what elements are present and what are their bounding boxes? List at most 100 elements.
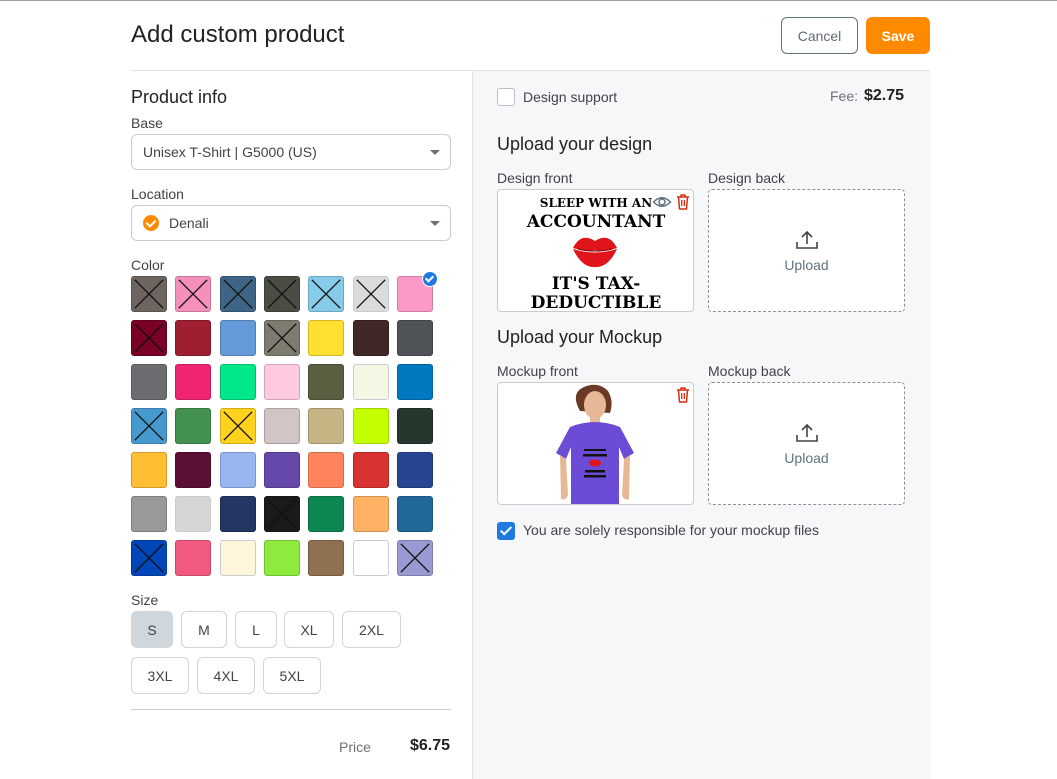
mockup-back-upload[interactable]: Upload (708, 382, 905, 505)
color-swatch[interactable] (219, 364, 256, 400)
color-swatch[interactable] (263, 364, 300, 400)
selected-check-icon (421, 271, 438, 287)
color-swatch[interactable] (131, 540, 167, 576)
color-swatch[interactable] (175, 276, 212, 312)
upload-icon (795, 230, 818, 249)
color-swatch[interactable] (396, 540, 433, 576)
design-back-upload[interactable]: Upload (708, 189, 905, 312)
unavailable-cross-icon (134, 411, 164, 441)
unavailable-cross-icon (222, 279, 253, 309)
color-swatch[interactable] (219, 452, 256, 488)
color-swatch[interactable] (352, 452, 389, 488)
color-swatch[interactable] (219, 496, 256, 532)
unavailable-cross-icon (267, 323, 297, 353)
unavailable-cross-icon (355, 279, 386, 309)
size-option-2xl[interactable]: 2XL (342, 611, 401, 648)
color-swatch[interactable] (219, 276, 256, 312)
fee-value: $2.75 (864, 87, 905, 104)
color-swatch[interactable] (352, 408, 389, 444)
color-swatch[interactable] (131, 496, 167, 532)
trash-icon[interactable] (673, 192, 693, 212)
color-swatch[interactable] (308, 408, 345, 444)
color-swatch[interactable] (352, 540, 389, 576)
color-swatch[interactable] (131, 320, 167, 356)
page-title: Add custom product (131, 21, 345, 48)
color-swatch[interactable] (219, 540, 256, 576)
size-option-4xl[interactable]: 4XL (197, 657, 255, 694)
design-front-label: Design front (497, 170, 573, 186)
color-swatch[interactable] (219, 408, 256, 444)
mockup-front-card (497, 382, 694, 505)
color-swatch[interactable] (308, 320, 345, 356)
artwork-line-3: IT'S TAX- (552, 274, 641, 294)
color-swatch[interactable] (131, 452, 167, 488)
color-swatch[interactable] (175, 408, 212, 444)
size-option-s[interactable]: S (131, 611, 173, 648)
color-swatch[interactable] (263, 408, 300, 444)
color-swatch[interactable] (308, 540, 345, 576)
color-swatch[interactable] (352, 276, 389, 312)
color-swatch[interactable] (263, 452, 300, 488)
responsibility-checkbox[interactable] (497, 522, 515, 540)
save-button[interactable]: Save (866, 17, 930, 54)
upload-icon (795, 423, 818, 442)
artwork-line-2: ACCOUNTANT (526, 212, 666, 232)
design-front-card: SLEEP WITH AN ACCOUNTANT IT'S TAX- DEDUC… (497, 189, 694, 312)
design-support-checkbox[interactable] (497, 88, 515, 106)
unavailable-cross-icon (134, 323, 164, 353)
lips-icon (573, 237, 617, 268)
top-border (0, 0, 1057, 1)
size-option-xl[interactable]: XL (284, 611, 334, 648)
price-value: $6.75 (410, 737, 451, 754)
color-swatch[interactable] (308, 276, 345, 312)
cancel-button[interactable]: Cancel (781, 17, 858, 54)
color-swatch[interactable] (131, 276, 167, 312)
color-swatch[interactable] (219, 320, 256, 356)
size-label: Size (131, 592, 159, 608)
color-swatch[interactable] (308, 496, 345, 532)
size-option-l[interactable]: L (235, 611, 277, 648)
unavailable-cross-icon (400, 543, 430, 573)
eye-icon[interactable] (652, 192, 672, 212)
color-swatch[interactable] (175, 540, 212, 576)
check-circle-icon (143, 215, 159, 231)
size-option-5xl[interactable]: 5XL (263, 657, 321, 694)
product-info-title: Product info (131, 87, 228, 107)
color-swatch[interactable] (175, 364, 212, 400)
color-swatch[interactable] (263, 276, 300, 312)
color-swatch[interactable] (396, 452, 433, 488)
color-swatch[interactable] (263, 540, 300, 576)
color-swatch[interactable] (396, 408, 433, 444)
unavailable-cross-icon (267, 499, 297, 529)
color-swatch[interactable] (131, 408, 167, 444)
color-label: Color (131, 257, 165, 273)
color-swatch[interactable] (352, 496, 389, 532)
color-swatch[interactable] (396, 320, 433, 356)
color-swatch[interactable] (308, 364, 345, 400)
unavailable-cross-icon (134, 279, 164, 309)
location-select-value: Denali (169, 215, 209, 231)
location-select[interactable]: Denali (131, 205, 451, 241)
color-swatch[interactable] (352, 320, 389, 356)
upload-label: Upload (784, 256, 829, 273)
color-swatch[interactable] (175, 320, 212, 356)
base-select-value: Unisex T-Shirt | G5000 (US) (143, 144, 317, 160)
size-option-3xl[interactable]: 3XL (131, 657, 189, 694)
unavailable-cross-icon (178, 279, 208, 309)
color-swatch[interactable] (131, 364, 167, 400)
color-swatch[interactable] (263, 320, 300, 356)
color-swatch[interactable] (352, 364, 389, 400)
color-swatch[interactable] (396, 364, 433, 400)
color-swatch[interactable] (396, 496, 433, 532)
color-swatch[interactable] (308, 452, 345, 488)
design-support-label: Design support (523, 89, 618, 105)
base-label: Base (131, 115, 163, 131)
trash-icon[interactable] (673, 385, 693, 405)
color-swatch[interactable] (175, 496, 212, 532)
size-option-m[interactable]: M (181, 611, 227, 648)
color-swatch[interactable] (263, 496, 300, 532)
price-divider (131, 709, 451, 710)
base-select[interactable]: Unisex T-Shirt | G5000 (US) (131, 134, 451, 170)
artwork-line-1: SLEEP WITH AN (540, 196, 652, 210)
color-swatch[interactable] (175, 452, 212, 488)
